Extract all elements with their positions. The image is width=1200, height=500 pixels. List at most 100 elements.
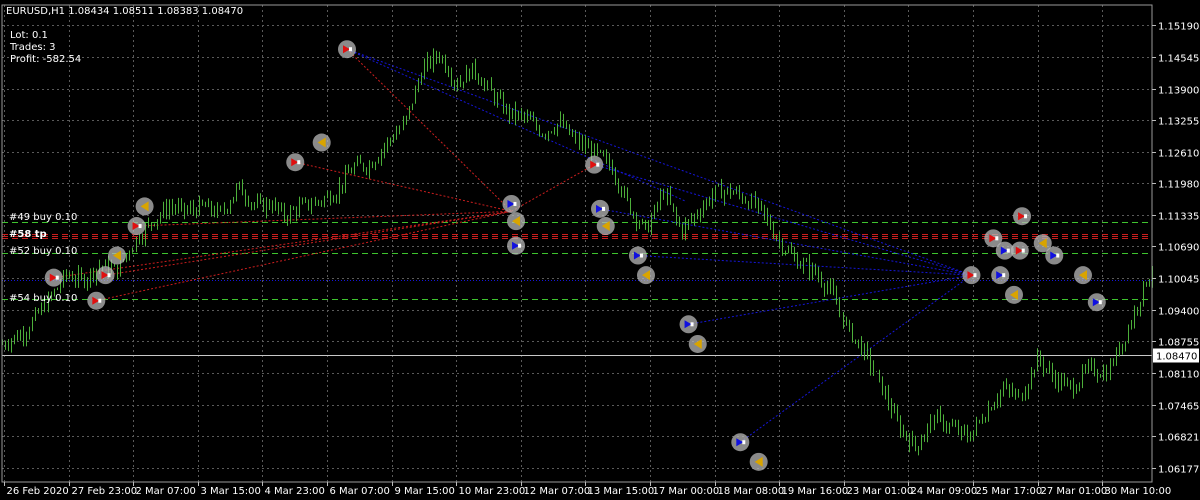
x-tick-label: 24 Mar 09:00	[911, 486, 978, 497]
blue-trade-line	[637, 255, 972, 276]
trade-marker-icon[interactable]	[596, 217, 615, 236]
trade-marker-icon[interactable]	[688, 334, 707, 353]
trade-marker-icon[interactable]	[628, 246, 647, 265]
x-tick-label: 10 Mar 23:00	[459, 486, 526, 497]
y-tick-label: 1.10690	[1158, 243, 1199, 254]
x-tick-label: 6 Mar 07:00	[330, 486, 390, 497]
y-tick-label: 1.11980	[1158, 180, 1199, 191]
y-tick-label: 1.06821	[1158, 433, 1199, 444]
y-tick-label: 1.07465	[1158, 402, 1199, 413]
x-tick-label: 23 Mar 01:00	[847, 486, 914, 497]
marker-tip	[639, 253, 643, 258]
y-tick-label: 1.14545	[1158, 54, 1199, 65]
marker-tip	[513, 201, 517, 206]
marker-tip	[98, 298, 102, 303]
x-tick-label: 26 Feb 2020	[7, 486, 69, 497]
x-tick-label: 12 Mar 07:00	[524, 486, 591, 497]
x-tick-label: 9 Mar 15:00	[395, 486, 455, 497]
trade-marker-icon[interactable]	[108, 246, 126, 265]
trade-marker-icon[interactable]	[127, 217, 146, 236]
x-tick-label: 2 Mar 07:00	[136, 486, 196, 497]
trade-markers[interactable]	[44, 40, 1106, 471]
trade-marker-icon[interactable]	[731, 433, 750, 452]
marker-tip	[107, 273, 111, 278]
trade-marker-icon[interactable]	[507, 212, 526, 231]
trade-marker-icon[interactable]	[1074, 266, 1092, 285]
blue-trade-line	[346, 48, 687, 202]
marker-tip	[55, 275, 59, 280]
trade-marker-icon[interactable]	[1045, 246, 1064, 265]
marker-tip	[690, 322, 694, 327]
marker-tip	[1002, 273, 1006, 278]
y-tick-label: 1.13255	[1158, 117, 1199, 128]
trade-marker-icon[interactable]	[312, 133, 331, 152]
trade-marker-icon[interactable]	[286, 153, 305, 172]
red-trade-line	[105, 210, 512, 276]
x-tick-label: 17 Mar 00:00	[653, 486, 720, 497]
trade-marker-icon[interactable]	[591, 199, 609, 218]
trade-marker-icon[interactable]	[585, 155, 604, 174]
x-tick-label: 13 Mar 15:00	[588, 486, 655, 497]
y-tick-label: 1.15190	[1158, 22, 1199, 33]
trade-marker-icon[interactable]	[679, 315, 698, 334]
lot-label: Lot: 0.1	[10, 30, 48, 41]
trade-marker-icon[interactable]	[962, 266, 981, 285]
marker-tip	[596, 162, 600, 167]
y-tick-label: 1.06177	[1158, 465, 1199, 476]
blue-trade-line	[346, 48, 972, 276]
price-chart[interactable]: 1.08470 1.15190 1.14545 1.13900 1.13255 1.12…	[0, 0, 1200, 500]
trades-label: Trades: 3	[9, 42, 56, 53]
trade-marker-icon[interactable]	[87, 291, 106, 310]
level-label-58: #58 tp	[9, 229, 47, 240]
y-tick-label: 1.12610	[1158, 149, 1199, 160]
trade-marker-icon[interactable]	[749, 452, 768, 471]
x-tick-label: 4 Mar 23:00	[265, 486, 325, 497]
y-tick-label: 1.08755	[1158, 338, 1199, 349]
trade-marker-icon[interactable]	[507, 236, 526, 255]
chart-grid	[2, 5, 1152, 482]
trade-marker-icon[interactable]	[637, 266, 655, 285]
current-price-label: 1.08470	[1156, 352, 1197, 363]
y-tick-label: 1.10045	[1158, 275, 1199, 286]
marker-tip	[1006, 248, 1010, 253]
trade-marker-icon[interactable]	[96, 266, 115, 285]
marker-tip	[349, 47, 352, 52]
marker-tip	[995, 236, 999, 241]
marker-tip	[1024, 214, 1028, 219]
trade-marker-icon[interactable]	[1010, 241, 1029, 260]
marker-tip	[1098, 300, 1102, 305]
level-label-54: #54 buy 0.10	[9, 293, 77, 304]
trade-marker-icon[interactable]	[44, 268, 63, 287]
candles	[2, 48, 1153, 456]
red-trade-line	[136, 210, 512, 227]
trade-marker-icon[interactable]	[502, 194, 521, 213]
trade-marker-icon[interactable]	[1005, 285, 1023, 304]
marker-tip	[518, 243, 522, 248]
marker-tip	[602, 206, 605, 211]
trade-marker-icon[interactable]	[1013, 207, 1032, 226]
x-tick-label: 19 Mar 16:00	[782, 486, 849, 497]
trade-marker-icon[interactable]	[991, 266, 1010, 285]
trade-marker-icon[interactable]	[338, 40, 356, 59]
level-label-49: #49 buy 0.10	[9, 212, 77, 223]
x-tick-label: 18 Mar 08:00	[718, 486, 785, 497]
marker-tip	[742, 440, 746, 445]
y-tick-label: 1.08110	[1158, 370, 1199, 381]
marker-tip	[1021, 248, 1025, 253]
marker-tip	[138, 224, 142, 229]
x-tick-label: 27 Feb 23:00	[72, 486, 138, 497]
marker-tip	[973, 273, 977, 278]
red-trade-line	[96, 210, 512, 302]
marker-tip	[1056, 253, 1060, 258]
level-label-52: #52 buy 0.10	[9, 246, 77, 257]
x-tick-label: 3 Mar 15:00	[201, 486, 261, 497]
red-trade-line	[511, 164, 595, 212]
marker-tip	[297, 160, 301, 165]
x-tick-label: 30 Mar 10:00	[1105, 486, 1172, 497]
x-tick-label: 25 Mar 17:00	[976, 486, 1043, 497]
x-tick-label: 27 Mar 01:00	[1041, 486, 1108, 497]
red-trade-line	[53, 210, 512, 279]
blue-trade-line	[740, 274, 972, 443]
trade-marker-icon[interactable]	[1087, 293, 1106, 312]
trade-marker-icon[interactable]	[135, 197, 154, 216]
